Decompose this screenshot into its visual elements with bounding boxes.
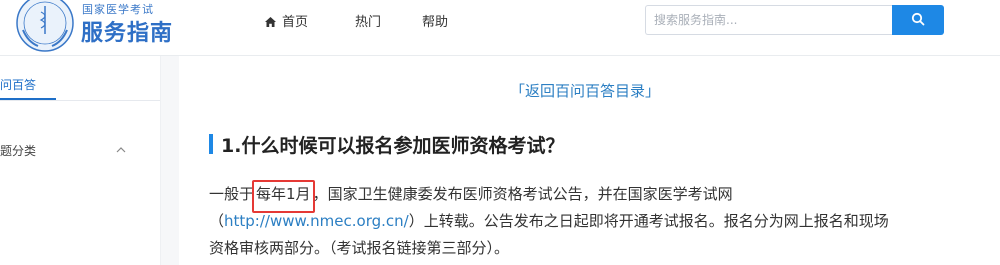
answer-line-2: （http://www.nmec.org.cn/）上转载。公告发布之日起即将开通… bbox=[209, 210, 889, 231]
logo-title[interactable]: 服务指南 bbox=[81, 15, 173, 47]
search-input[interactable] bbox=[645, 5, 892, 35]
title-accent-bar bbox=[209, 134, 213, 154]
sidebar-divider bbox=[0, 100, 160, 101]
sidebar: 百问百答 问题分类 bbox=[0, 56, 160, 265]
highlight-box: 每年1月 bbox=[252, 180, 315, 213]
answer-line-1: 一般于 每年1月 ，国家卫生健康委发布医师资格考试公告，并在国家医学考试网 bbox=[209, 180, 733, 213]
nav-hot[interactable]: 热门 bbox=[355, 11, 381, 30]
top-header: 国家医学考试 服务指南 首页 热门 帮助 bbox=[0, 0, 1000, 52]
answer-line-1-suffix: ，国家卫生健康委发布医师资格考试公告，并在国家医学考试网 bbox=[312, 185, 733, 203]
logo-emblem-icon[interactable] bbox=[14, 0, 76, 54]
answer-line-2-rest: ）上转载。公告发布之日起即将开通考试报名。报名分为网上报名和现场 bbox=[408, 212, 889, 230]
search-icon bbox=[911, 12, 925, 25]
search-button[interactable] bbox=[892, 5, 944, 35]
chevron-up-icon[interactable] bbox=[116, 146, 126, 154]
paren-open: （ bbox=[209, 212, 225, 230]
sidebar-item-categories[interactable]: 问题分类 bbox=[0, 142, 36, 159]
answer-line-3: 资格审核两部分。（考试报名链接第三部分）。 bbox=[209, 239, 510, 257]
answer-prefix: 一般于 bbox=[209, 185, 255, 203]
content-gutter bbox=[161, 56, 179, 265]
tab-faq[interactable]: 百问百答 bbox=[0, 76, 36, 93]
back-to-faq-link[interactable]: 「返回百问百答目录」 bbox=[510, 80, 660, 101]
home-icon bbox=[265, 17, 276, 27]
question-title: 1.什么时候可以报名参加医师资格考试？ bbox=[221, 135, 565, 157]
nav-home[interactable]: 首页 bbox=[265, 11, 308, 30]
nav-help[interactable]: 帮助 bbox=[422, 11, 448, 30]
nmec-website-link[interactable]: http://www.nmec.org.cn/ bbox=[224, 212, 409, 230]
nav-home-label: 首页 bbox=[282, 15, 309, 30]
